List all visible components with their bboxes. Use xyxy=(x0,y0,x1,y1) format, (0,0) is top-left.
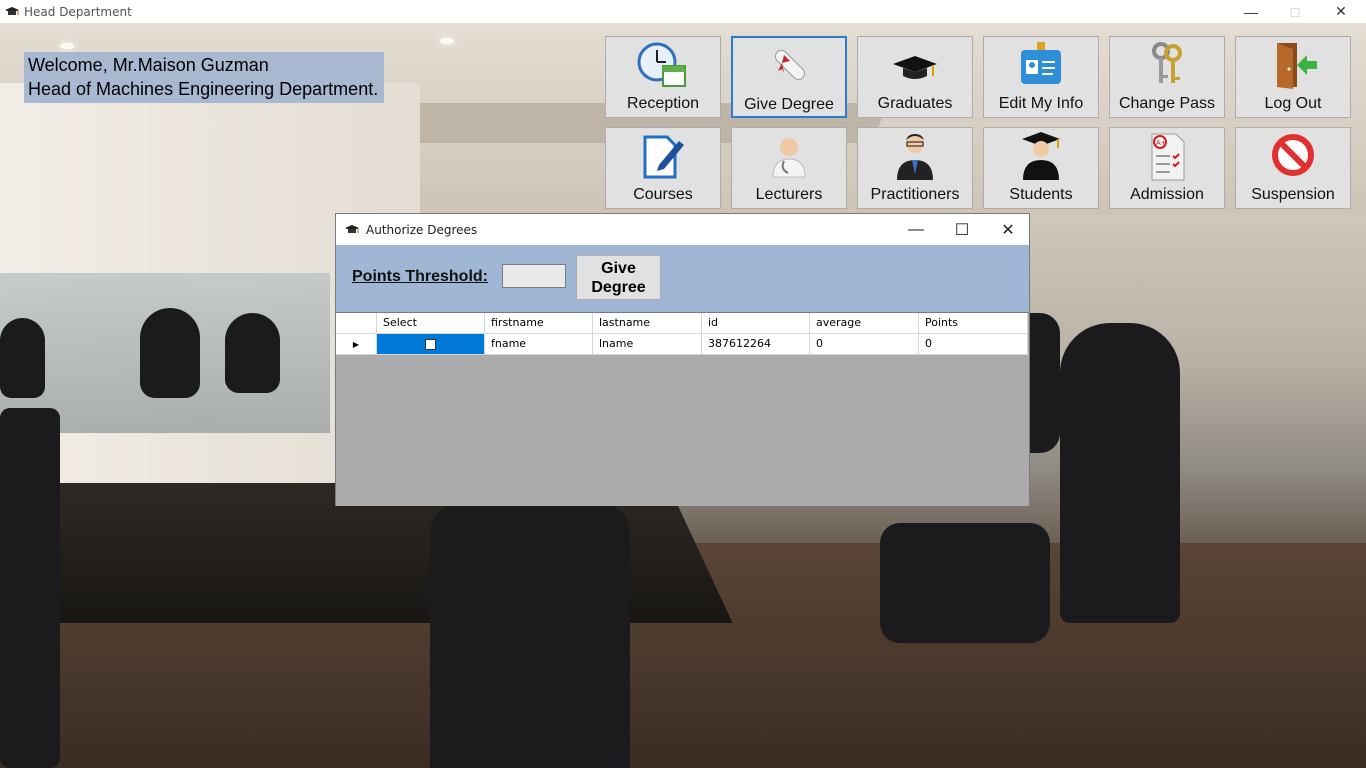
grid-header-row: Select firstname lastname id average Poi… xyxy=(336,313,1028,334)
tile-give-degree[interactable]: Give Degree xyxy=(731,36,847,118)
column-header-lastname[interactable]: lastname xyxy=(593,313,702,334)
tile-label: Admission xyxy=(1130,186,1204,203)
close-icon: ✕ xyxy=(1335,3,1347,19)
tile-change-pass[interactable]: Change Pass xyxy=(1109,36,1225,118)
keys-icon xyxy=(1132,37,1202,93)
svg-text:A+: A+ xyxy=(1156,139,1167,147)
dialog-titlebar: Authorize Degrees — ☐ ✕ xyxy=(336,214,1029,245)
authorize-degrees-dialog: Authorize Degrees — ☐ ✕ Points Threshold… xyxy=(335,213,1030,506)
graduation-cap-icon xyxy=(344,222,360,238)
calendar-clock-icon xyxy=(628,37,698,93)
tile-suspension[interactable]: Suspension xyxy=(1235,127,1351,209)
column-header-average[interactable]: average xyxy=(810,313,919,334)
main-titlebar: Head Department — □ ✕ xyxy=(0,0,1366,23)
firstname-cell[interactable]: fname xyxy=(485,334,593,355)
welcome-department: Head of Machines Engineering Department. xyxy=(28,79,379,99)
graduation-cap-icon xyxy=(880,37,950,93)
id-cell[interactable]: 387612264 xyxy=(702,334,810,355)
dialog-minimize-button[interactable]: — xyxy=(893,214,939,245)
points-cell[interactable]: 0 xyxy=(919,334,1028,355)
tile-courses[interactable]: Courses xyxy=(605,127,721,209)
tile-label: Edit My Info xyxy=(998,95,1084,112)
minimize-icon: — xyxy=(908,220,924,238)
tile-log-out[interactable]: Log Out xyxy=(1235,36,1351,118)
points-threshold-label: Points Threshold: xyxy=(352,268,488,285)
close-icon: ✕ xyxy=(1001,221,1015,239)
tile-label: Change Pass xyxy=(1118,95,1216,112)
maximize-icon: □ xyxy=(1290,3,1300,20)
give-degree-button[interactable]: Give Degree xyxy=(576,255,661,300)
select-cell[interactable] xyxy=(377,334,485,355)
column-header-firstname[interactable]: firstname xyxy=(485,313,593,334)
maximize-button[interactable]: □ xyxy=(1272,0,1318,23)
row-header-corner xyxy=(336,313,377,334)
row-pointer-icon: ▶ xyxy=(352,339,360,349)
professional-icon xyxy=(880,128,950,184)
tile-graduates[interactable]: Graduates xyxy=(857,36,973,118)
diploma-icon xyxy=(754,38,824,94)
tile-label: Graduates xyxy=(877,95,953,112)
door-exit-icon xyxy=(1258,37,1328,93)
points-threshold-input[interactable] xyxy=(502,264,566,288)
tile-students[interactable]: Students xyxy=(983,127,1099,209)
tile-label: Log Out xyxy=(1264,95,1322,112)
id-badge-icon xyxy=(1006,37,1076,93)
row-header[interactable]: ▶ xyxy=(336,334,377,355)
tile-label: Courses xyxy=(633,186,693,203)
degrees-grid: Select firstname lastname id average Poi… xyxy=(336,312,1029,506)
maximize-icon: ☐ xyxy=(954,221,970,239)
prohibited-icon xyxy=(1258,128,1328,184)
tile-reception[interactable]: Reception xyxy=(605,36,721,118)
tile-label: Students xyxy=(1009,186,1073,203)
tile-admission[interactable]: A+ Admission xyxy=(1109,127,1225,209)
dialog-title: Authorize Degrees xyxy=(366,222,478,237)
welcome-banner: Welcome, Mr.Maison Guzman Head of Machin… xyxy=(24,52,385,103)
student-icon xyxy=(1006,128,1076,184)
tile-label: Lecturers xyxy=(755,186,823,203)
select-checkbox[interactable] xyxy=(425,338,436,350)
tile-practitioners[interactable]: Practitioners xyxy=(857,127,973,209)
graded-checklist-icon: A+ xyxy=(1132,128,1202,184)
column-header-id[interactable]: id xyxy=(702,313,810,334)
column-header-points[interactable]: Points xyxy=(919,313,1028,334)
lastname-cell[interactable]: lname xyxy=(593,334,702,355)
graduation-cap-icon xyxy=(4,4,20,20)
tile-label: Practitioners xyxy=(870,186,960,203)
tile-label: Give Degree xyxy=(744,96,834,113)
window-title: Head Department xyxy=(24,4,132,19)
tile-lecturers[interactable]: Lecturers xyxy=(731,127,847,209)
doctor-icon xyxy=(754,128,824,184)
dialog-close-button[interactable]: ✕ xyxy=(985,214,1031,245)
welcome-greeting: Welcome, Mr.Maison Guzman xyxy=(28,55,269,75)
tile-label: Suspension xyxy=(1251,186,1335,203)
minimize-button[interactable]: — xyxy=(1228,0,1274,23)
dialog-body: Points Threshold: Give Degree Select fir… xyxy=(336,245,1029,506)
dialog-maximize-button[interactable]: ☐ xyxy=(939,214,985,245)
minimize-icon: — xyxy=(1244,3,1258,20)
close-button[interactable]: ✕ xyxy=(1318,0,1364,23)
document-pen-icon xyxy=(628,128,698,184)
average-cell[interactable]: 0 xyxy=(810,334,919,355)
column-header-select[interactable]: Select xyxy=(377,313,485,334)
table-row[interactable]: ▶ fname lname 387612264 0 0 xyxy=(336,334,1028,355)
tile-label: Reception xyxy=(626,95,700,112)
tile-edit-my-info[interactable]: Edit My Info xyxy=(983,36,1099,118)
